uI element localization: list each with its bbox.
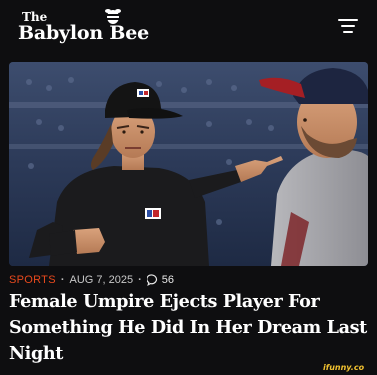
comment-count[interactable]: 56 xyxy=(162,274,174,286)
article-headline[interactable]: Female Umpire Ejects Player For Somethin… xyxy=(9,289,371,367)
article-card: The Babylon Bee SPORTS · AUG 7, 2025 · 5… xyxy=(0,0,377,375)
meta-separator: · xyxy=(138,274,142,286)
site-header: The Babylon Bee xyxy=(0,0,377,56)
ifunny-watermark: ifunny.co xyxy=(323,363,365,372)
article-category[interactable]: SPORTS xyxy=(9,274,56,286)
meta-separator: · xyxy=(60,274,65,286)
article-hero-image[interactable] xyxy=(9,62,368,266)
site-logo[interactable]: The Babylon Bee xyxy=(18,6,158,46)
umpire-ejecting-player-image xyxy=(9,62,368,266)
comment-bubble-icon[interactable] xyxy=(146,274,159,286)
article-date: AUG 7, 2025 xyxy=(69,274,134,286)
article-meta: SPORTS · AUG 7, 2025 · 56 xyxy=(9,272,174,288)
logo-name-text: Babylon Bee xyxy=(18,22,150,44)
hamburger-menu-icon[interactable] xyxy=(335,14,361,38)
